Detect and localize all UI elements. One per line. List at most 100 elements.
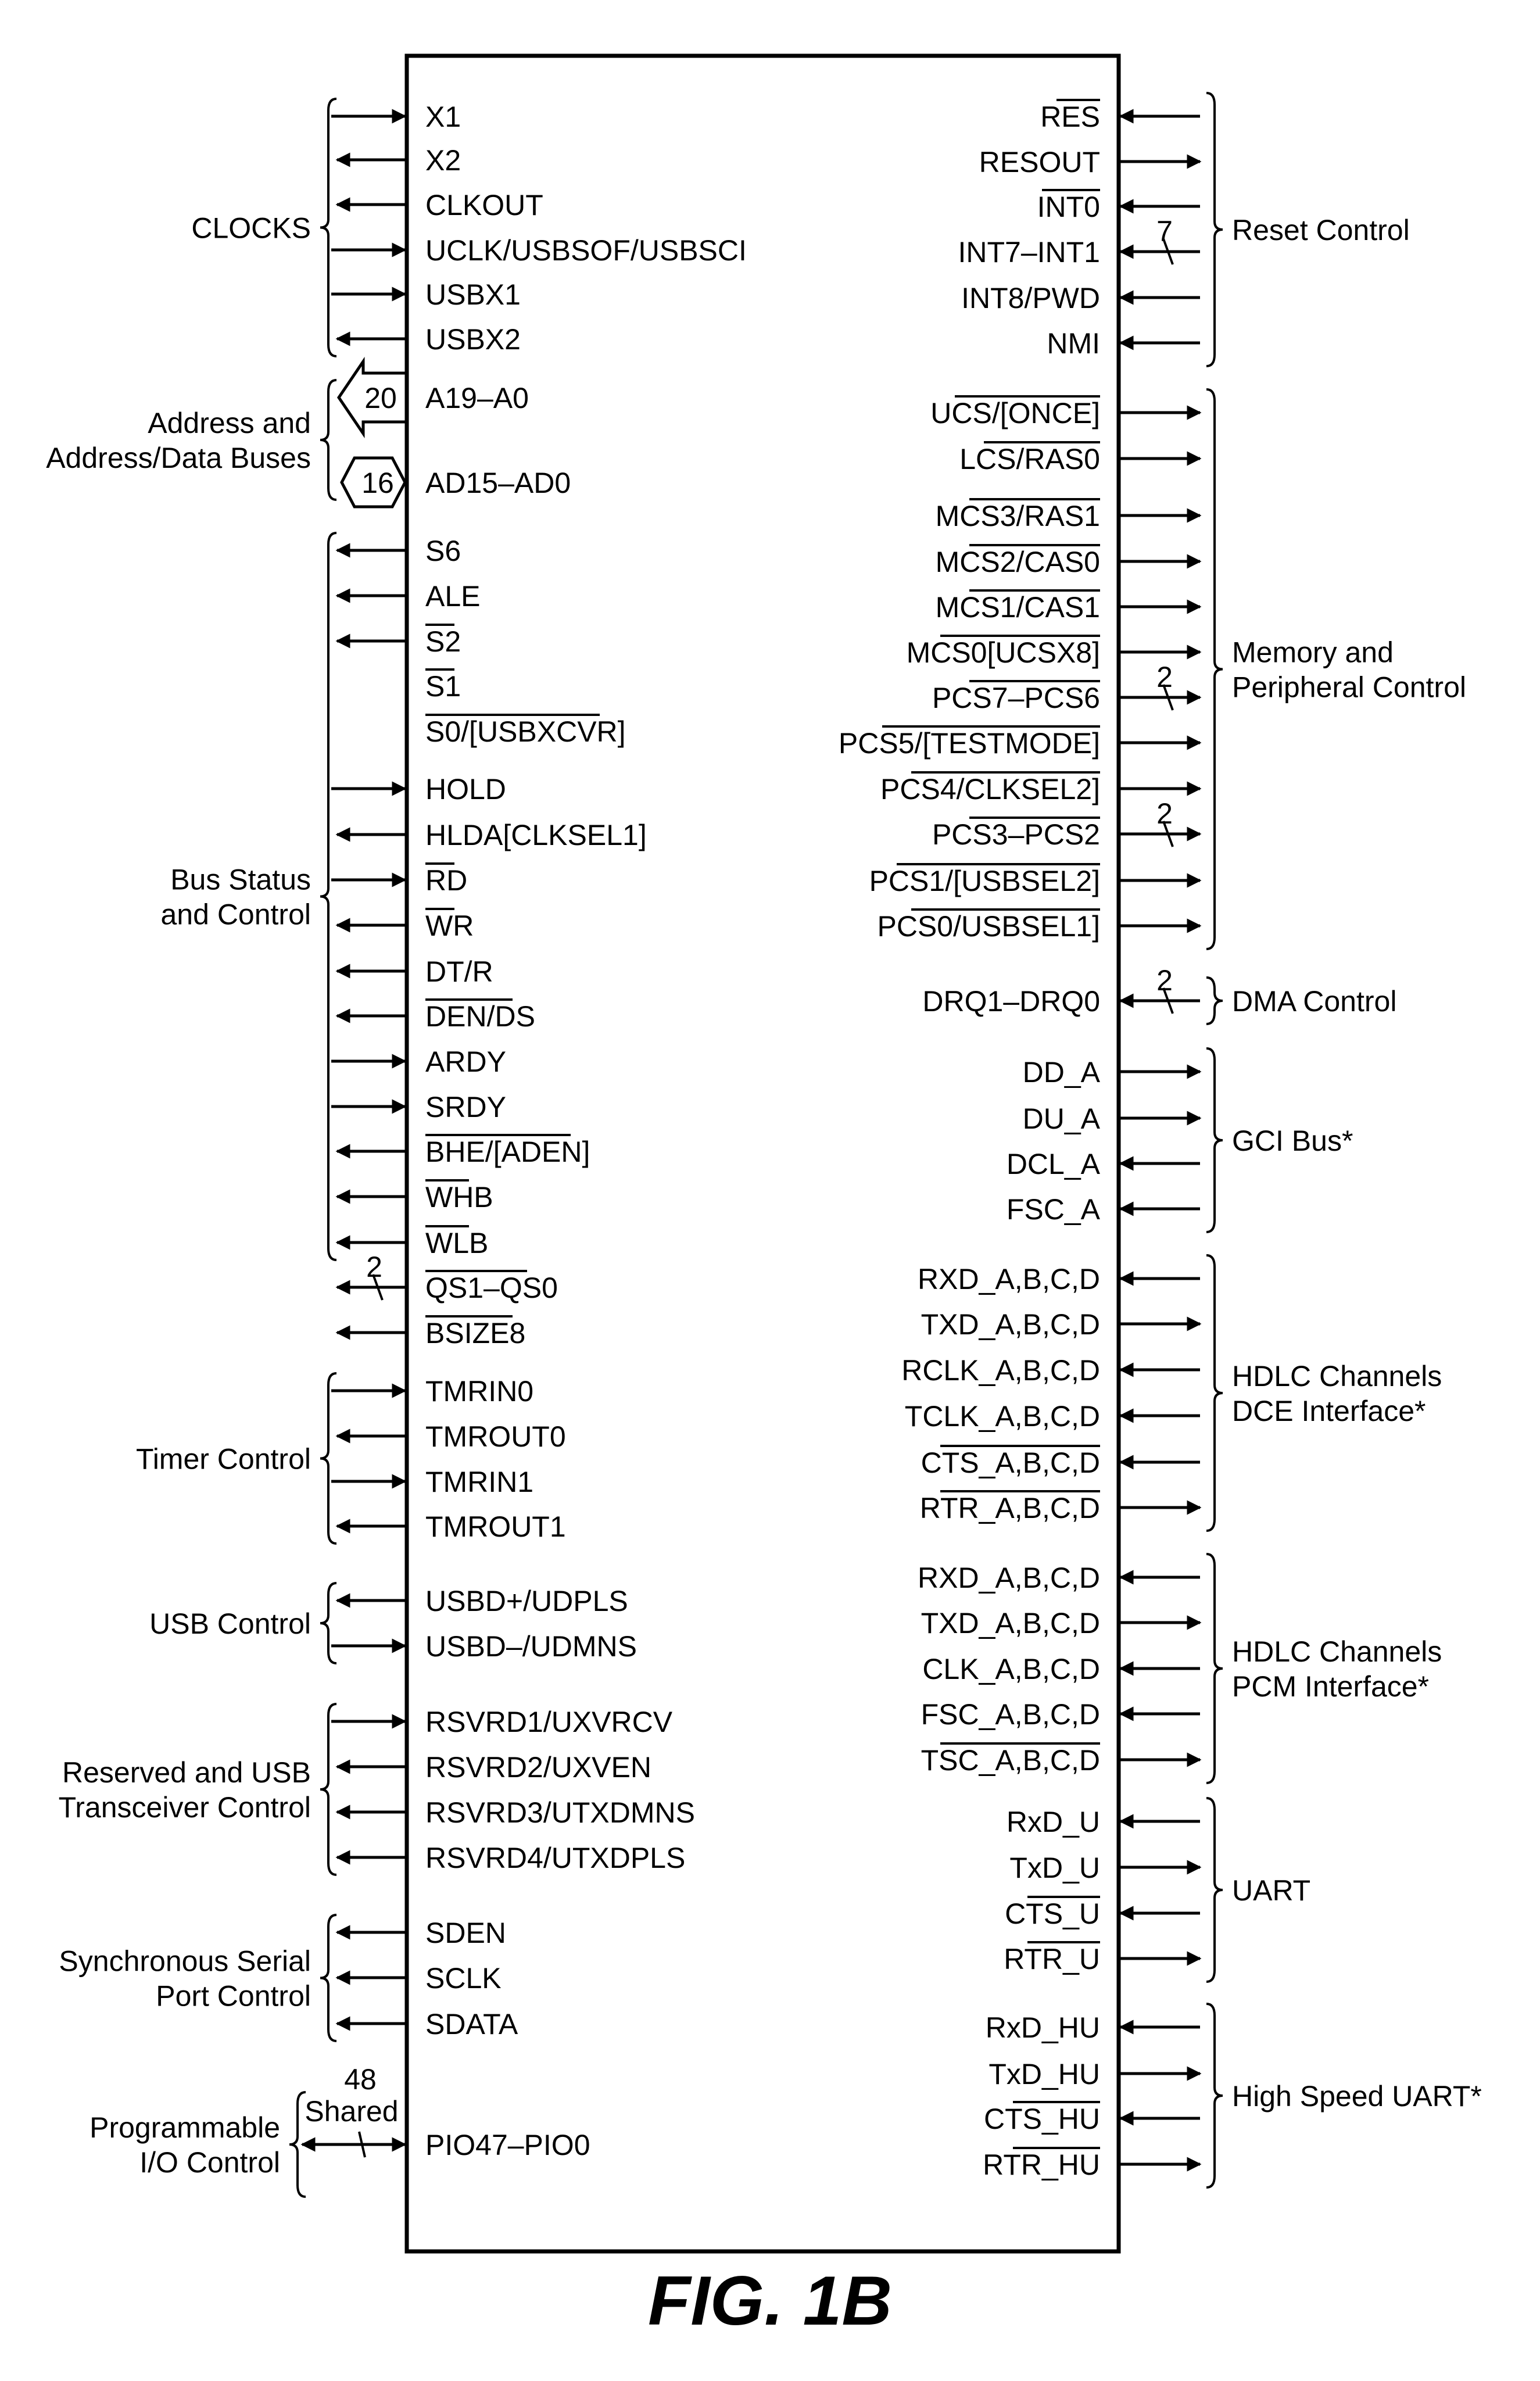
right-pin-label: RTR_HU	[983, 2149, 1100, 2181]
right-pin-label: RxD_HU	[986, 2011, 1100, 2044]
right-pin-label: TXD_A,B,C,D	[921, 1607, 1100, 1639]
right-pin-row: MCS1/CAS1	[936, 589, 1202, 624]
left-pin-label: TMROUT1	[425, 1510, 566, 1543]
left-pin-row: HOLD	[331, 773, 506, 805]
left-pin-label: UCLK/USBSOF/USBSCI	[425, 234, 747, 267]
right-group-brace	[1206, 1797, 1223, 1983]
left-pin-label: DEN/DS	[425, 1000, 535, 1033]
left-pin-row: A19–A0 20	[336, 356, 529, 439]
left-pin-row: HLDA[CLKSEL1]	[335, 819, 647, 851]
right-pin-label: UCS/[ONCE]	[930, 397, 1100, 429]
right-pin-label: MCS3/RAS1	[936, 500, 1100, 532]
left-pin-label: S2	[425, 625, 461, 658]
right-group-label: GCI Bus*	[1232, 1125, 1353, 1157]
right-pin-label: PCS1/[USBSEL2]	[869, 865, 1100, 897]
right-group-label: HDLC Channels	[1232, 1635, 1442, 1668]
left-pin-row: BSIZE8	[335, 1315, 525, 1349]
right-pin-row: LCS/RAS0	[959, 441, 1202, 475]
right-pin-row: FSC_A,B,C,D	[921, 1698, 1200, 1731]
right-pin-label: INT7–INT1	[958, 236, 1100, 268]
bus-width-note: Shared	[305, 2095, 398, 2128]
right-pin-label: PCS4/CLKSEL2]	[880, 773, 1100, 805]
right-bus-width-label: 7	[1156, 215, 1173, 248]
left-pin-label: SCLK	[425, 1962, 502, 1995]
left-pin-row: RD	[331, 862, 467, 897]
left-group-brace	[320, 532, 337, 1261]
right-pin-label: RXD_A,B,C,D	[918, 1562, 1100, 1594]
right-pin-label: RESOUT	[979, 146, 1100, 178]
left-group-brace	[320, 98, 337, 357]
right-pin-label: MCS0[UCSX8]	[907, 636, 1100, 669]
left-pin-row: S1	[425, 668, 461, 703]
left-pin-row: WLB	[335, 1225, 488, 1259]
right-group-label: UART	[1232, 1874, 1310, 1907]
left-pin-row: WHB	[335, 1179, 493, 1213]
right-pin-label: LCS/RAS0	[959, 443, 1100, 475]
left-pin-label: USBX2	[425, 323, 521, 356]
left-group-label: Address and	[148, 407, 311, 439]
right-pin-label: CTS_A,B,C,D	[921, 1446, 1100, 1479]
right-pin-label: RES	[1040, 101, 1100, 133]
left-pin-label: SDEN	[425, 1917, 506, 1949]
left-pin-row: USBD+/UDPLS	[335, 1585, 628, 1617]
left-pin-label: RSVRD4/UTXDPLS	[425, 1842, 685, 1874]
right-group-label: PCM Interface*	[1232, 1670, 1429, 1703]
left-pin-label: S1	[425, 670, 461, 703]
right-pin-row: CTS_U	[1005, 1896, 1200, 1930]
left-pin-row: AD15–AD0 16	[340, 456, 571, 509]
left-pin-row: TMRIN0	[331, 1375, 533, 1408]
left-pin-row: TMROUT1	[335, 1510, 566, 1543]
right-pin-label: MCS2/CAS0	[936, 546, 1100, 578]
right-pin-label: RxD_U	[1007, 1806, 1100, 1838]
right-pin-row: RTR_HU	[983, 2147, 1202, 2181]
right-pin-row: RxD_U	[1007, 1806, 1200, 1838]
right-bus-width-label: 2	[1156, 661, 1173, 693]
right-group-label: HDLC Channels	[1232, 1360, 1442, 1392]
right-pin-row: NMI	[1047, 327, 1200, 360]
left-pin-label: S0/[USBXCVR]	[425, 715, 626, 748]
right-pin-row: TXD_A,B,C,D	[921, 1607, 1202, 1639]
left-pin-row: SRDY	[331, 1091, 506, 1123]
figure-title: FIG. 1B	[647, 2262, 893, 2340]
right-pin-label: TSC_A,B,C,D	[921, 1744, 1100, 1777]
left-pin-row: S6	[335, 535, 461, 567]
right-pin-row: CTS_HU	[984, 2101, 1200, 2135]
left-pin-label: PIO47–PIO0	[425, 2129, 590, 2161]
left-pin-label: WHB	[425, 1181, 493, 1213]
right-pin-label: PCS3–PCS2	[932, 818, 1100, 851]
right-group-brace	[1206, 2003, 1223, 2189]
left-pin-row: UCLK/USBSOF/USBSCI	[331, 234, 747, 267]
right-pin-label: TCLK_A,B,C,D	[905, 1400, 1100, 1433]
bus-width-label: 20	[364, 382, 397, 414]
right-pin-row: DRQ1–DRQ0 2	[922, 964, 1200, 1018]
left-pin-row: SDEN	[335, 1917, 506, 1949]
left-pin-label: BHE/[ADEN]	[425, 1136, 590, 1168]
right-pin-label: RCLK_A,B,C,D	[901, 1354, 1100, 1387]
right-pin-row: TxD_HU	[989, 2058, 1202, 2090]
left-pin-row: RSVRD4/UTXDPLS	[335, 1842, 685, 1874]
right-group-brace	[1206, 92, 1223, 367]
left-pin-label: BSIZE8	[425, 1317, 525, 1349]
left-pin-label: S6	[425, 535, 461, 567]
right-bus-width-label: 2	[1156, 964, 1173, 997]
right-pin-row: RXD_A,B,C,D	[918, 1263, 1200, 1295]
left-pin-label: SDATA	[425, 2008, 518, 2040]
right-pin-row: PCS5/[TESTMODE]	[839, 725, 1202, 760]
right-pin-row: PCS0/USBSEL1]	[877, 908, 1202, 943]
left-pin-label: HLDA[CLKSEL1]	[425, 819, 647, 851]
left-pin-row: RSVRD2/UXVEN	[335, 1751, 651, 1784]
left-pin-row: X1	[331, 101, 461, 133]
right-pin-row: PCS4/CLKSEL2]	[880, 771, 1202, 805]
left-group-brace	[320, 379, 337, 501]
right-pin-label: CLK_A,B,C,D	[922, 1653, 1100, 1685]
right-pin-row: RCLK_A,B,C,D	[901, 1354, 1200, 1387]
left-pin-label: USBD–/UDMNS	[425, 1630, 637, 1663]
right-pin-label: INT0	[1037, 191, 1100, 223]
right-group-label: Peripheral Control	[1232, 671, 1466, 704]
right-pins: RES RESOUT INT0 INT7–INT1 7 INT8/PWD NMI UCS/[O…	[839, 92, 1482, 2189]
right-pin-label: DU_A	[1023, 1102, 1101, 1135]
right-pin-label: NMI	[1047, 327, 1100, 360]
right-pin-label: PCS0/USBSEL1]	[877, 910, 1100, 943]
right-pin-label: PCS5/[TESTMODE]	[839, 727, 1100, 760]
left-pin-row: USBX1	[331, 278, 521, 311]
